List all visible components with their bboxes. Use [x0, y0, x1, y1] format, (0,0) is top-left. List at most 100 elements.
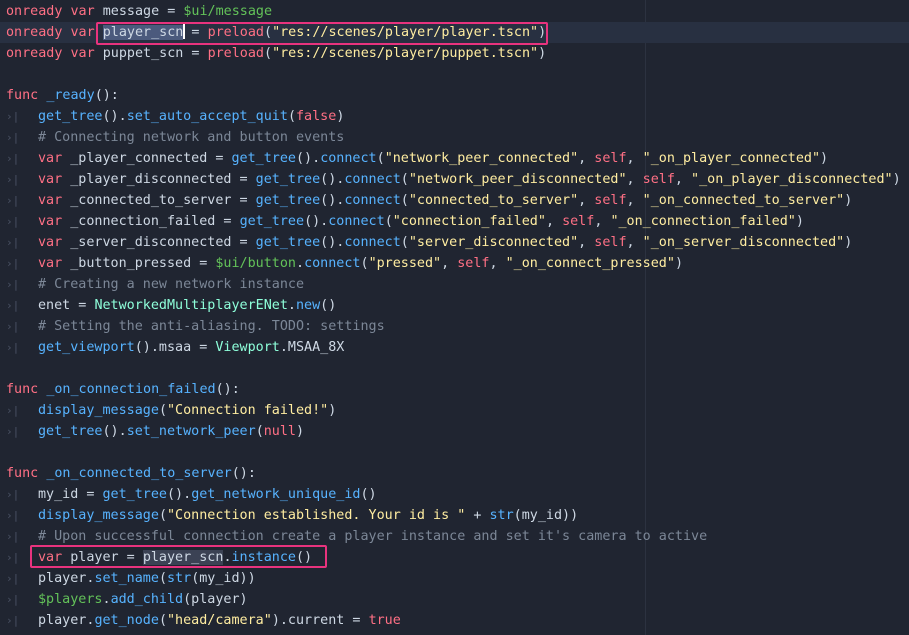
code-line[interactable]: ›| var _player_disconnected = get_tree().…	[0, 169, 909, 190]
code-token-plain: ,	[626, 151, 643, 166]
code-line[interactable]: onready var puppet_scn = preload("res://…	[0, 43, 909, 64]
tab-indent-icon: ›|	[6, 110, 20, 123]
code-token-plain: ():	[231, 466, 256, 481]
code-token-kw: self	[562, 214, 595, 229]
code-token-plain: .	[287, 298, 296, 313]
code-token-plain: (	[376, 151, 385, 166]
code-token-fn: display_message	[38, 508, 159, 523]
code-line[interactable]: ›| # Upon successful connection create a …	[0, 526, 909, 547]
code-token-plain: player.	[38, 613, 95, 628]
tab-indent-icon: ›|	[6, 572, 20, 585]
code-token-plain: (	[400, 193, 409, 208]
code-token-plain: ,	[578, 151, 595, 166]
code-token-node: $ui/message	[183, 4, 273, 19]
code-token-fn: get_node	[94, 613, 159, 628]
code-token-plain: .	[102, 592, 111, 607]
code-token-plain: )	[844, 193, 853, 208]
code-line[interactable]: ›| my_id = get_tree().get_network_unique_…	[0, 484, 909, 505]
code-token-fn: str	[167, 571, 192, 586]
code-token-kw: var	[38, 151, 63, 166]
code-line[interactable]: ›| get_tree().set_network_peer(null)	[0, 421, 909, 442]
code-token-str: "_on_connected_to_server"	[642, 193, 845, 208]
code-token-cls: Viewport	[215, 340, 280, 355]
code-line[interactable]: ›| var _button_pressed = $ui/button.conne…	[0, 253, 909, 274]
code-line[interactable]: onready var message = $ui/message	[0, 1, 909, 22]
code-token-cm: # Connecting network and button events	[38, 130, 345, 145]
code-token-plain: )	[538, 25, 547, 40]
code-token-str: "_on_connection_failed"	[610, 214, 796, 229]
code-line[interactable]: func _on_connected_to_server():	[0, 463, 909, 484]
code-token-plain: my_id =	[38, 487, 103, 502]
code-line[interactable]: func _on_connection_failed():	[0, 379, 909, 400]
code-line[interactable]: ›| var player = player_scn.instance()	[0, 547, 909, 568]
code-token-plain: ,	[441, 256, 458, 271]
code-token-str: "network_peer_disconnected"	[408, 172, 627, 187]
code-line[interactable]: ›| var _connection_failed = get_tree().co…	[0, 211, 909, 232]
code-token-plain: ():	[94, 88, 119, 103]
code-line[interactable]: ›| get_tree().set_auto_accept_quit(false)	[0, 106, 909, 127]
code-line[interactable]: func _ready():	[0, 85, 909, 106]
tab-indent-icon: ›|	[6, 404, 20, 417]
code-token-kw: true	[368, 613, 401, 628]
code-line[interactable]: ›| display_message("Connection failed!")	[0, 400, 909, 421]
code-token-fn: str	[489, 508, 514, 523]
code-token-plain: _connected_to_server =	[62, 193, 256, 208]
code-line[interactable]: onready var player_scn = preload("res://…	[0, 22, 909, 43]
code-line[interactable]: ›| player.set_name(str(my_id))	[0, 568, 909, 589]
tab-indent-icon: ›|	[6, 488, 20, 501]
code-token-kw: var	[38, 214, 63, 229]
code-line[interactable]: ›| var _player_connected = get_tree().con…	[0, 148, 909, 169]
code-token-plain: ,	[626, 193, 643, 208]
code-line[interactable]	[0, 64, 909, 85]
code-token-plain: (	[400, 235, 409, 250]
code-line[interactable]: ›| $players.add_child(player)	[0, 589, 909, 610]
code-token-fn: set_auto_accept_quit	[126, 109, 288, 124]
code-line[interactable]: ›| var _connected_to_server = get_tree().…	[0, 190, 909, 211]
code-line[interactable]: ›| # Connecting network and button events	[0, 127, 909, 148]
code-token-plain: _player_disconnected =	[62, 172, 256, 187]
code-token-kw: preload	[207, 46, 264, 61]
code-token-plain: .	[296, 256, 305, 271]
code-token-plain: _connection_failed =	[62, 214, 240, 229]
code-line[interactable]: ›| get_viewport().msaa = Viewport.MSAA_8X	[0, 337, 909, 358]
tab-indent-icon: ›|	[6, 131, 20, 144]
code-token-str: "res://scenes/player/puppet.tscn"	[272, 46, 539, 61]
code-line[interactable]: ›| # Creating a new network instance	[0, 274, 909, 295]
code-token-cm: # Upon successful connection create a pl…	[38, 529, 708, 544]
code-token-plain: ,	[545, 214, 563, 229]
code-token-str: "head/camera"	[167, 613, 272, 628]
code-token-plain: )	[820, 151, 829, 166]
code-token-kw: self	[642, 172, 675, 187]
code-line[interactable]: ›| display_message("Connection establishe…	[0, 505, 909, 526]
code-token-plain: ()	[360, 487, 377, 502]
code-token-kw: var	[70, 46, 95, 61]
code-line[interactable]: ›| # Setting the anti-aliasing. TODO: set…	[0, 316, 909, 337]
code-token-fn: display_message	[38, 403, 159, 418]
code-token-plain: (	[255, 424, 264, 439]
code-token-plain: _server_disconnected =	[62, 235, 256, 250]
code-token-cm: # Creating a new network instance	[38, 277, 305, 292]
tab-indent-icon: ›|	[6, 194, 20, 207]
code-token-kw: self	[594, 235, 627, 250]
code-line[interactable]: ›| var _server_disconnected = get_tree().…	[0, 232, 909, 253]
code-line[interactable]	[0, 442, 909, 463]
code-line[interactable]	[0, 358, 909, 379]
code-token-plain: player.	[38, 571, 95, 586]
code-token-fn: connect	[344, 235, 401, 250]
code-line[interactable]: ›| enet = NetworkedMultiplayerENet.new()	[0, 295, 909, 316]
code-token-plain: (	[384, 214, 393, 229]
code-token-cls: NetworkedMultiplayerENet	[94, 298, 288, 313]
code-token-kw: var	[70, 25, 95, 40]
code-token-kw: func	[6, 466, 39, 481]
code-token-fn: get_tree	[38, 424, 103, 439]
code-editor[interactable]: onready var message = $ui/message onready…	[0, 0, 909, 635]
code-token-plain: (	[158, 508, 167, 523]
code-token-plain: )	[336, 109, 345, 124]
code-line[interactable]: ›| player.get_node("head/camera").current…	[0, 610, 909, 631]
code-token-fn: _ready	[46, 88, 95, 103]
code-token-fn: set_name	[94, 571, 159, 586]
code-token-plain: player =	[62, 550, 143, 565]
code-token-plain: ,	[489, 256, 506, 271]
